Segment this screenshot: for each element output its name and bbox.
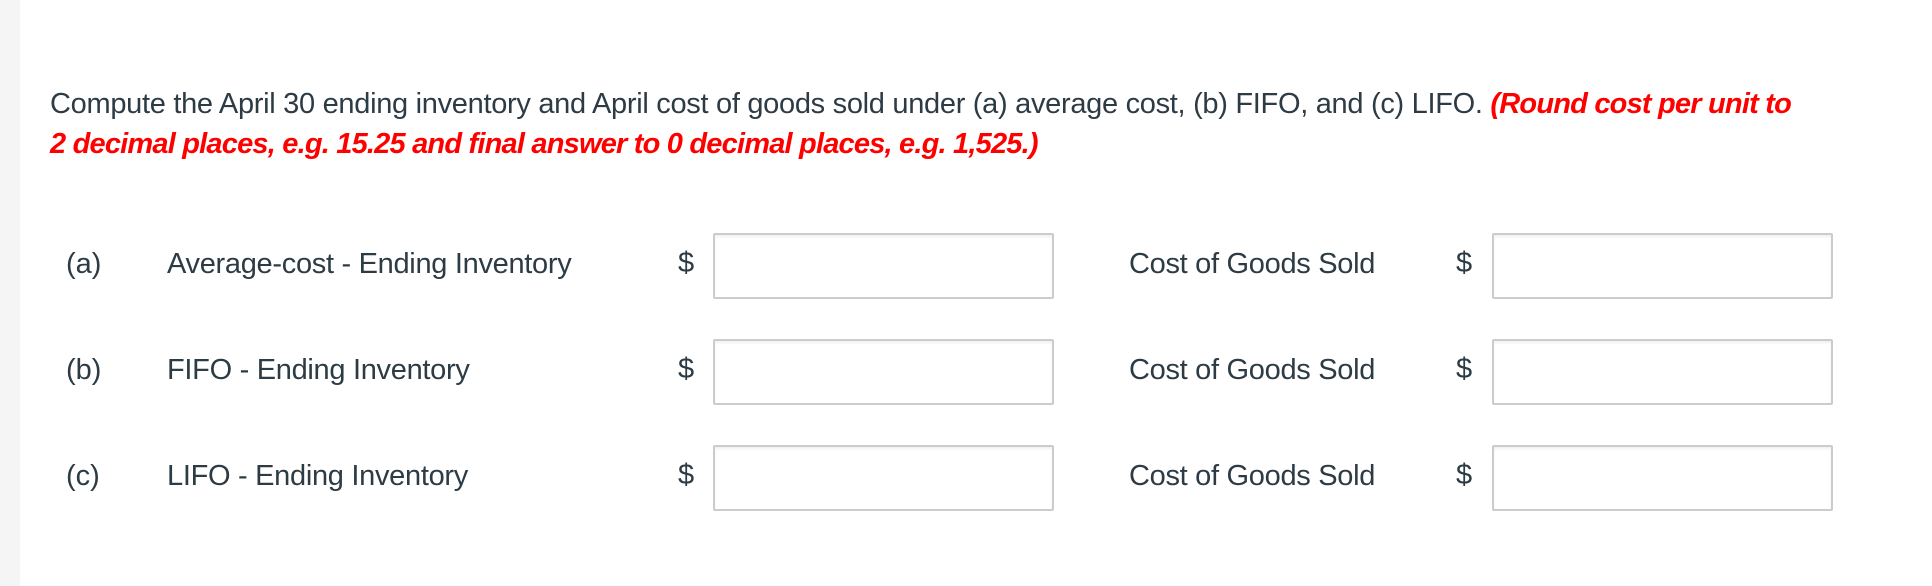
lifo-cogs-input[interactable]: [1492, 445, 1833, 511]
dollar-sign: $: [1456, 247, 1473, 279]
ending-inventory-label: FIFO - Ending Inventory: [167, 354, 470, 386]
ending-inventory-label: LIFO - Ending Inventory: [167, 460, 468, 492]
part-label: (a): [66, 248, 102, 280]
part-label: (b): [66, 354, 102, 386]
dollar-sign: $: [1456, 459, 1473, 491]
question-text: Compute the April 30 ending inventory an…: [50, 88, 1491, 120]
average-cost-ending-inventory-input[interactable]: [713, 233, 1054, 299]
cogs-label: Cost of Goods Sold: [1129, 354, 1376, 386]
cogs-label: Cost of Goods Sold: [1129, 460, 1376, 492]
dollar-sign: $: [678, 459, 695, 491]
fifo-cogs-input[interactable]: [1492, 339, 1833, 405]
question-prompt: Compute the April 30 ending inventory an…: [50, 84, 1930, 164]
answer-row-average-cost: (a) Average-cost - Ending Inventory $ Co…: [0, 233, 1932, 299]
ending-inventory-label: Average-cost - Ending Inventory: [167, 248, 572, 280]
rounding-hint-line1: (Round cost per unit to: [1490, 88, 1791, 120]
fifo-ending-inventory-input[interactable]: [713, 339, 1054, 405]
rounding-hint-line2: 2 decimal places, e.g. 15.25 and final a…: [50, 128, 1039, 160]
dollar-sign: $: [678, 247, 695, 279]
dollar-sign: $: [1456, 353, 1473, 385]
answer-row-fifo: (b) FIFO - Ending Inventory $ Cost of Go…: [0, 339, 1932, 405]
lifo-ending-inventory-input[interactable]: [713, 445, 1054, 511]
cogs-label: Cost of Goods Sold: [1129, 248, 1376, 280]
dollar-sign: $: [678, 353, 695, 385]
part-label: (c): [66, 460, 100, 492]
answer-row-lifo: (c) LIFO - Ending Inventory $ Cost of Go…: [0, 445, 1932, 511]
average-cost-cogs-input[interactable]: [1492, 233, 1833, 299]
